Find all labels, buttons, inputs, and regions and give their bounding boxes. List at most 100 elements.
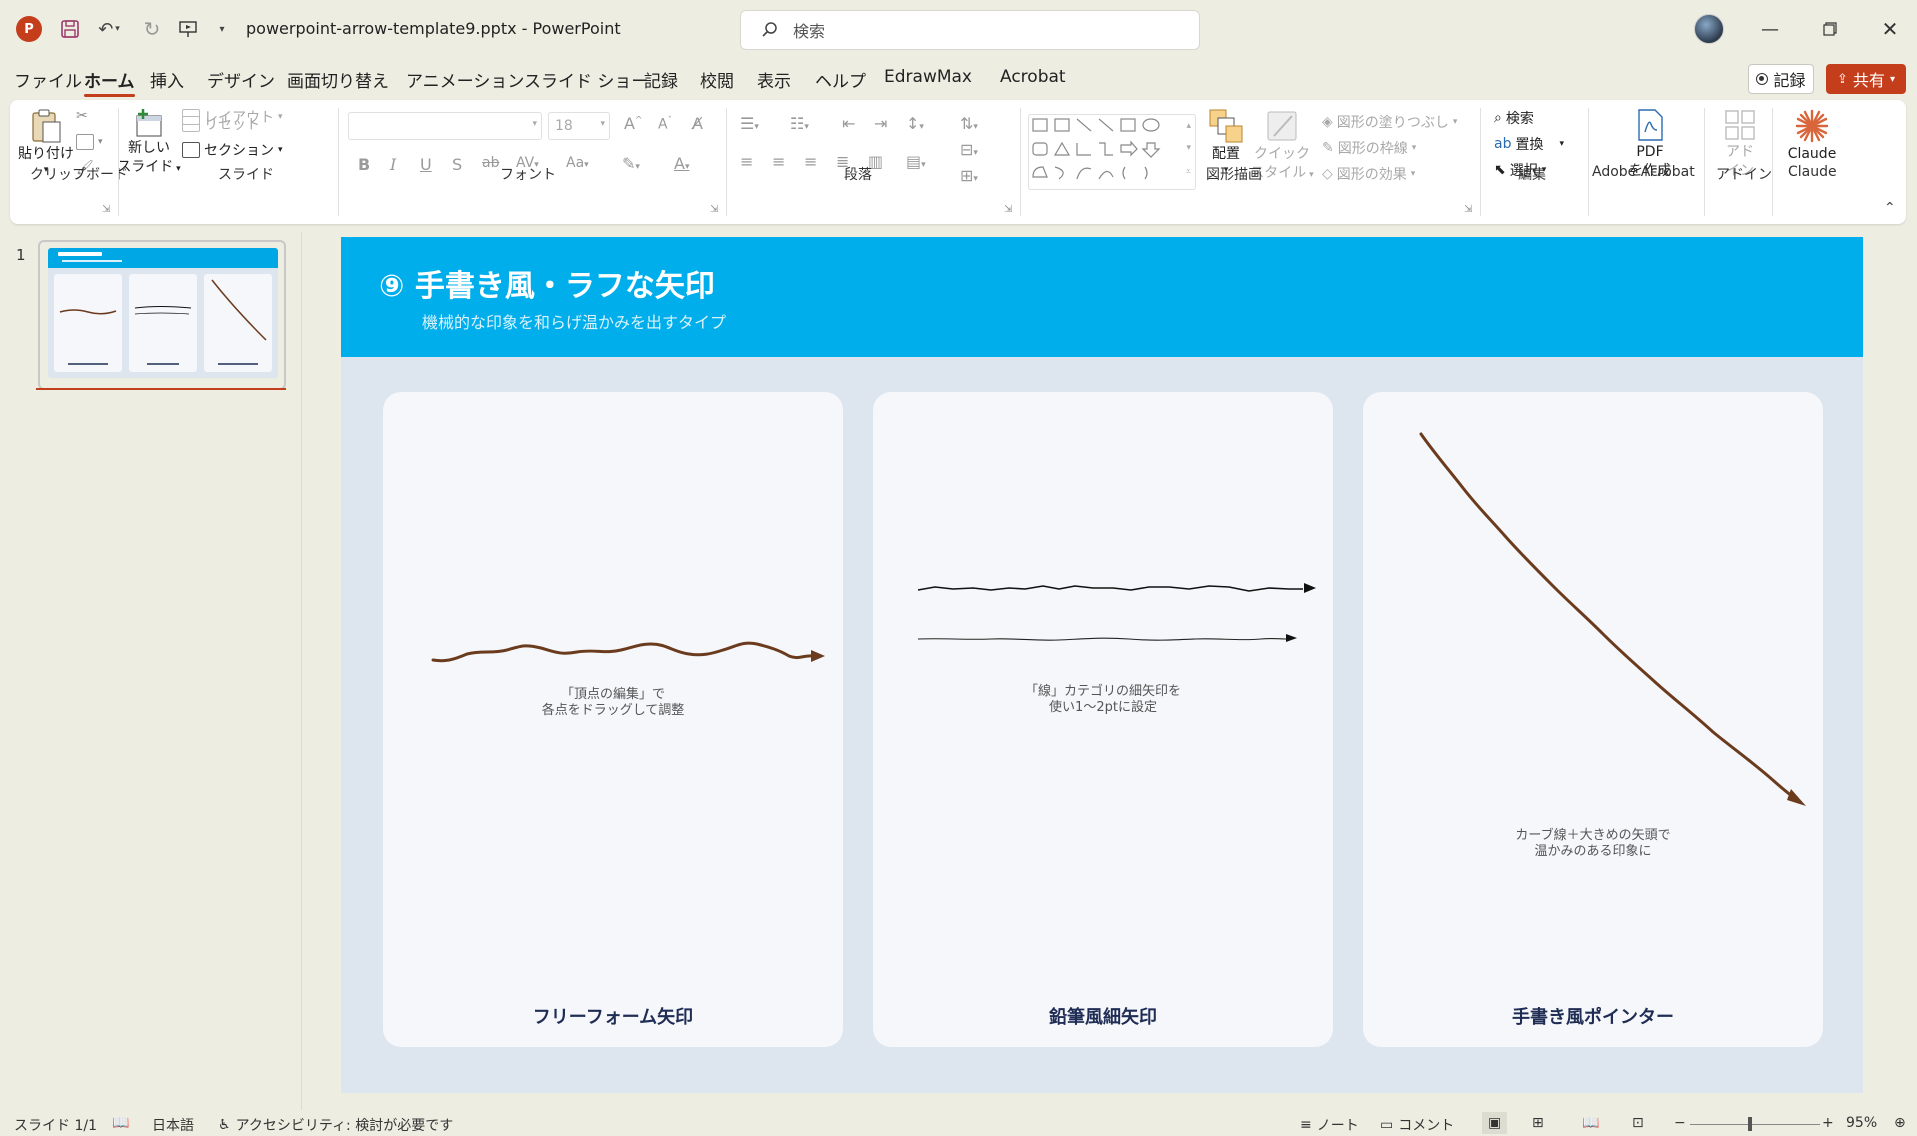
tab-view[interactable]: 表示 bbox=[757, 67, 791, 92]
minimize-icon[interactable]: — bbox=[1754, 14, 1786, 44]
bold-icon[interactable]: B bbox=[358, 155, 370, 174]
line-spacing-icon[interactable]: ↕▾ bbox=[906, 114, 924, 133]
restore-icon[interactable] bbox=[1814, 14, 1846, 44]
thumbnail-insertion-line bbox=[36, 388, 286, 390]
save-icon[interactable] bbox=[58, 17, 82, 41]
paragraph-launcher-icon[interactable]: ⇲ bbox=[1004, 204, 1012, 215]
increase-indent-icon[interactable]: ⇥ bbox=[874, 114, 887, 133]
shape-fill-label: 図形の塗りつぶし bbox=[1336, 115, 1449, 131]
zoom-slider-handle[interactable] bbox=[1748, 1117, 1752, 1131]
shape-fill-button[interactable]: ◈ 図形の塗りつぶし ▾ bbox=[1322, 112, 1457, 132]
tab-edrawmax[interactable]: EdrawMax bbox=[884, 67, 972, 87]
section-button[interactable]: セクション ▾ bbox=[182, 140, 283, 160]
font-family-select[interactable]: ▾ bbox=[348, 112, 542, 140]
card-pencil-arrow[interactable]: 「線」カテゴリの細矢印を 使い1～2ptに設定 鉛筆風細矢印 bbox=[873, 392, 1333, 1047]
claude-button[interactable]: Claude bbox=[1782, 108, 1842, 163]
columns-icon[interactable]: ▤▾ bbox=[906, 152, 926, 171]
zoom-level[interactable]: 95% bbox=[1846, 1115, 1877, 1131]
normal-view-icon[interactable]: ▣ bbox=[1482, 1112, 1508, 1134]
card-note: カーブ線＋大きめの矢頭で 温かみのある印象に bbox=[1515, 828, 1671, 859]
quick-styles-button[interactable]: クイック スタイル ▾ bbox=[1250, 108, 1314, 182]
notes-icon: ≡ bbox=[1300, 1117, 1312, 1133]
shape-outline-button[interactable]: ✎ 図形の枠線 ▾ bbox=[1322, 138, 1416, 158]
shapes-gallery[interactable]: ▴ ▾ ⩡ bbox=[1028, 114, 1196, 190]
zoom-slider[interactable] bbox=[1690, 1124, 1820, 1125]
change-case-icon[interactable]: Aa▾ bbox=[566, 155, 589, 171]
share-button[interactable]: ⇪ 共有 ▾ bbox=[1826, 64, 1906, 94]
tab-review[interactable]: 校閲 bbox=[700, 67, 734, 92]
clear-format-icon[interactable]: A̸ bbox=[692, 114, 703, 133]
strikethrough-icon[interactable]: ab bbox=[482, 155, 499, 171]
fit-to-window-icon[interactable]: ⊕ bbox=[1894, 1115, 1906, 1131]
align-right-icon[interactable]: ≡ bbox=[804, 152, 817, 171]
tab-record[interactable]: 記録 bbox=[644, 67, 678, 92]
undo-icon[interactable]: ↶ ▾ bbox=[94, 17, 124, 41]
font-launcher-icon[interactable]: ⇲ bbox=[710, 204, 718, 215]
font-size-select[interactable]: 18 ▾ bbox=[548, 112, 610, 140]
present-from-start-icon[interactable] bbox=[176, 17, 200, 41]
tab-home[interactable]: ホーム bbox=[84, 67, 135, 97]
reading-view-icon[interactable]: 📖 bbox=[1582, 1115, 1599, 1131]
slide-canvas[interactable]: ⑨ 手書き風・ラフな矢印 機械的な印象を和らげ温かみを出すタイプ 「頂点の編集」… bbox=[341, 237, 1863, 1093]
slideshow-view-icon[interactable]: ⊡ bbox=[1632, 1115, 1644, 1131]
zoom-out-icon[interactable]: − bbox=[1674, 1115, 1686, 1131]
text-direction-icon[interactable]: ⇅▾ bbox=[960, 114, 978, 133]
collapse-ribbon-icon[interactable]: ⌃ bbox=[1884, 200, 1896, 216]
new-slide-button[interactable]: 新しい スライド ▾ bbox=[117, 108, 181, 176]
tab-help[interactable]: ヘルプ bbox=[815, 67, 866, 92]
search-icon bbox=[762, 22, 777, 37]
avatar[interactable] bbox=[1694, 14, 1724, 44]
comments-button[interactable]: ▭ コメント bbox=[1380, 1115, 1454, 1135]
reset-button[interactable]: リセット bbox=[182, 114, 260, 134]
slide-sorter-icon[interactable]: ⊞ bbox=[1532, 1115, 1544, 1131]
slide-thumbnail[interactable] bbox=[38, 240, 286, 390]
spellcheck-icon[interactable]: 📖 bbox=[112, 1115, 129, 1131]
tab-transitions[interactable]: 画面切り替え bbox=[287, 67, 389, 92]
record-button[interactable]: 記録 bbox=[1748, 64, 1814, 94]
clipboard-launcher-icon[interactable]: ⇲ bbox=[102, 204, 110, 215]
align-left-icon[interactable]: ≡ bbox=[740, 152, 753, 171]
find-button[interactable]: ⌕ 検索 bbox=[1494, 108, 1534, 128]
card-handdrawn-pointer[interactable]: カーブ線＋大きめの矢頭で 温かみのある印象に 手書き風ポインター bbox=[1363, 392, 1823, 1047]
slide-title[interactable]: ⑨ 手書き風・ラフな矢印 bbox=[379, 261, 715, 305]
zoom-in-icon[interactable]: + bbox=[1822, 1115, 1834, 1131]
decrease-indent-icon[interactable]: ⇤ bbox=[842, 114, 855, 133]
shrink-font-icon[interactable]: Aˇ bbox=[658, 116, 672, 133]
tab-file[interactable]: ファイル bbox=[14, 67, 82, 92]
redo-icon[interactable]: ↻ bbox=[140, 17, 164, 41]
bullets-icon[interactable]: ☰▾ bbox=[740, 114, 759, 133]
notes-button[interactable]: ≡ ノート bbox=[1300, 1115, 1359, 1135]
section-icon bbox=[182, 142, 200, 158]
slide-counter[interactable]: スライド 1/1 bbox=[14, 1115, 97, 1135]
shape-effects-button[interactable]: ◇ 図形の効果 ▾ bbox=[1322, 164, 1415, 184]
italic-icon[interactable]: I bbox=[390, 155, 396, 174]
shadow-icon[interactable]: S bbox=[452, 155, 462, 174]
font-color-icon[interactable]: A▾ bbox=[674, 154, 689, 173]
tab-insert[interactable]: 挿入 bbox=[150, 67, 184, 92]
slide-subtitle[interactable]: 機械的な印象を和らげ温かみを出すタイプ bbox=[422, 309, 726, 333]
copy-button[interactable]: ▾ bbox=[76, 134, 103, 150]
tab-animations[interactable]: アニメーション bbox=[406, 67, 524, 92]
grow-font-icon[interactable]: A^ bbox=[624, 114, 643, 133]
tab-slideshow[interactable]: スライド ショー bbox=[524, 67, 648, 92]
numbering-icon[interactable]: ☷▾ bbox=[790, 114, 809, 133]
cut-button[interactable]: ✂ bbox=[76, 108, 88, 124]
language-indicator[interactable]: 日本語 bbox=[152, 1115, 194, 1135]
underline-icon[interactable]: U bbox=[420, 155, 432, 174]
tab-acrobat[interactable]: Acrobat bbox=[1000, 67, 1066, 87]
close-icon[interactable]: ✕ bbox=[1874, 14, 1906, 44]
replace-button[interactable]: ab 置換 ▾ bbox=[1494, 134, 1564, 154]
drawing-launcher-icon[interactable]: ⇲ bbox=[1464, 204, 1472, 215]
customize-quick-access-icon[interactable]: ▾ bbox=[212, 17, 232, 41]
status-bar: スライド 1/1 📖 日本語 ♿ アクセシビリティ: 検討が必要です ≡ ノート ▭… bbox=[0, 1110, 1917, 1136]
align-center-icon[interactable]: ≡ bbox=[772, 152, 785, 171]
card-freeform-arrow[interactable]: 「頂点の編集」で 各点をドラッグして調整 フリーフォーム矢印 bbox=[383, 392, 843, 1047]
smartart-icon[interactable]: ⊞▾ bbox=[960, 166, 978, 185]
highlight-icon[interactable]: ✎▾ bbox=[622, 154, 640, 173]
search-input[interactable]: 検索 bbox=[740, 10, 1200, 50]
accessibility-status[interactable]: ♿ アクセシビリティ: 検討が必要です bbox=[218, 1115, 453, 1135]
align-text-icon[interactable]: ⊟▾ bbox=[960, 140, 978, 159]
tab-design[interactable]: デザイン bbox=[207, 67, 275, 92]
slide-title-text: 手書き風・ラフな矢印 bbox=[414, 269, 715, 304]
chevron-down-icon: ▾ bbox=[1889, 73, 1895, 85]
